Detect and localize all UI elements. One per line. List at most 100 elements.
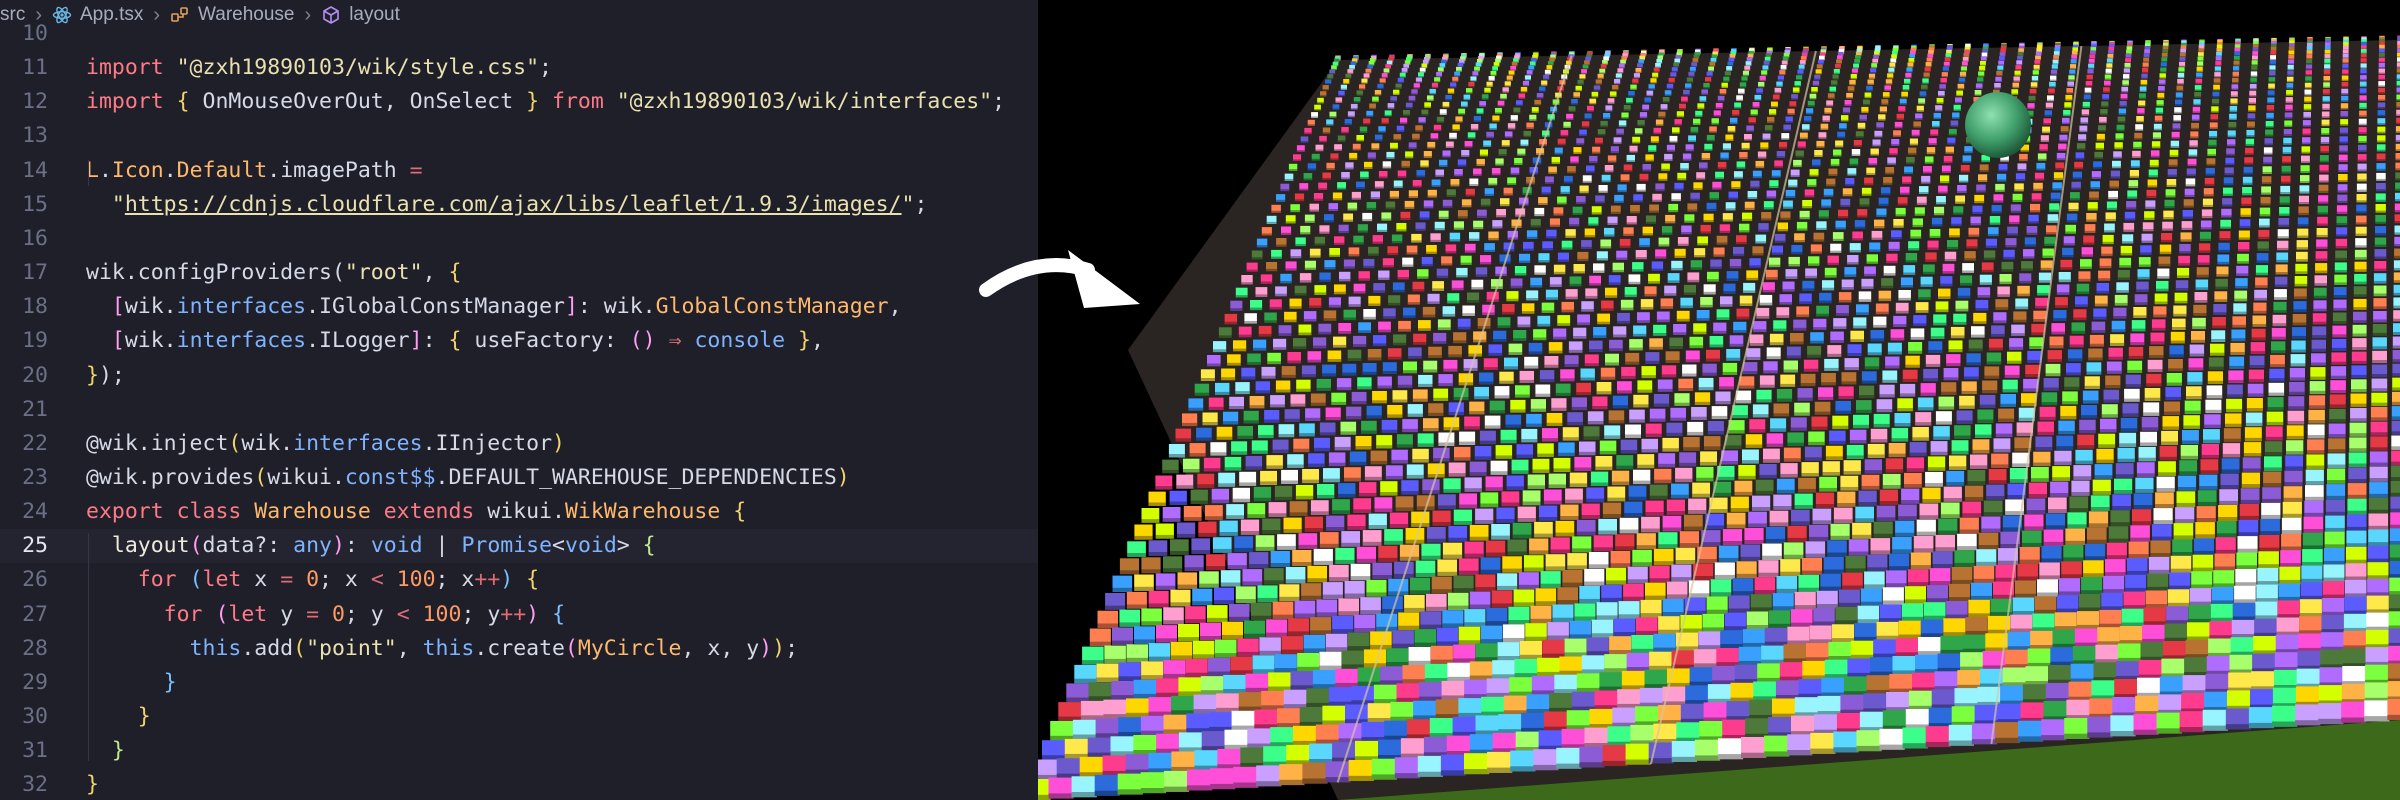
code-token: )	[552, 430, 565, 456]
code-line[interactable]: 32}	[0, 768, 1038, 800]
code-line[interactable]: 18 [wik.interfaces.IGlobalConstManager]:…	[0, 290, 1038, 324]
container-shadow	[1526, 423, 1542, 427]
code-line[interactable]: 17 wik.configProviders("root", {	[0, 256, 1038, 290]
container-shadow	[1324, 267, 1336, 270]
container-shadow	[2104, 230, 2115, 233]
indent-guide	[88, 533, 89, 761]
container-shadow	[2159, 77, 2166, 79]
container-shadow	[1357, 230, 1368, 233]
container-shadow	[2214, 70, 2221, 72]
container-shadow	[1632, 269, 1644, 272]
warehouse-3d-scene[interactable]	[1038, 0, 2400, 800]
container-shadow	[1598, 190, 1608, 193]
code-line[interactable]: 31 }	[0, 734, 1038, 768]
container-shadow	[1433, 129, 1442, 131]
code-token: 100	[396, 567, 436, 593]
container-shadow	[1553, 271, 1566, 275]
container-shadow	[1423, 206, 1434, 209]
container-shadow	[1709, 131, 1717, 133]
code-line[interactable]: 21	[0, 393, 1038, 427]
container-shadow	[1379, 82, 1386, 84]
code-line[interactable]: 22 @wik.inject(wik.interfaces.IInjector)	[0, 427, 1038, 461]
code-line[interactable]: 30 }	[0, 700, 1038, 734]
container-shadow	[1867, 352, 1882, 356]
container-shadow	[2357, 169, 2367, 172]
container-shadow	[1824, 275, 1837, 278]
container-shadow	[1962, 160, 1972, 163]
container-shadow	[1523, 135, 1532, 138]
container-shadow	[2058, 279, 2071, 282]
code-line[interactable]: 14 L.Icon.Default.imagePath =	[0, 154, 1038, 188]
container-shadow	[1995, 80, 2002, 83]
code-lines[interactable]: 10 11 import "@zxh19890103/wik/style.css";…	[0, 21, 1038, 800]
code-line[interactable]: 11 import "@zxh19890103/wik/style.css";	[0, 51, 1038, 85]
container-shadow	[2223, 183, 2234, 186]
container-shadow	[1492, 69, 1498, 71]
container-shadow	[2024, 244, 2036, 247]
container-shadow	[1534, 104, 1542, 106]
container-shadow	[1207, 363, 1221, 367]
container-shadow	[2274, 284, 2288, 288]
code-token: let	[228, 601, 281, 627]
container-shadow	[2111, 329, 2126, 333]
container-shadow	[2127, 369, 2143, 373]
code-line[interactable]: 15 "https://cdnjs.cloudflare.com/ajax/li…	[0, 188, 1038, 222]
code-token: ]	[564, 294, 578, 320]
container-shadow	[1241, 376, 1256, 380]
container-shadow	[2377, 131, 2386, 134]
code-line[interactable]: 28 this.add("point", this.create(MyCircl…	[0, 632, 1038, 666]
line-number: 30	[22, 704, 48, 729]
container-shadow	[1900, 285, 1913, 288]
container-shadow	[1949, 235, 1960, 238]
code-line[interactable]: 23 @wik.provides(wikui.const$$.DEFAULT_WA…	[0, 461, 1038, 495]
container-shadow	[1941, 171, 1951, 173]
container-shadow	[1465, 194, 1475, 197]
container-shadow	[2085, 85, 2093, 87]
container-shadow	[2201, 215, 2213, 219]
container-shadow	[2089, 343, 2104, 347]
container-shadow	[1449, 239, 1461, 242]
container-shadow	[1522, 84, 1530, 87]
container-shadow	[2376, 178, 2386, 181]
container-shadow	[1818, 396, 1834, 400]
code-line[interactable]: 13	[0, 119, 1038, 153]
container-shadow	[2007, 360, 2022, 364]
code-line[interactable]: 20});	[0, 359, 1038, 393]
code-line[interactable]: 27 for (let y = 0; y < 100; y++) {	[0, 598, 1038, 632]
container-shadow	[2141, 240, 2153, 243]
container-shadow	[1861, 286, 1874, 289]
container-shadow	[1419, 217, 1430, 220]
container-shadow	[2252, 324, 2267, 327]
container-shadow	[2109, 186, 2119, 189]
container-shadow	[1616, 257, 1628, 260]
code-token: .create	[474, 635, 565, 661]
code-line[interactable]: 26 for (let x = 0; x < 100; x++) {	[0, 563, 1038, 597]
container-shadow	[1910, 336, 1925, 340]
code-line[interactable]: 12 import { OnMouseOverOut, OnSelect } fr…	[0, 85, 1038, 119]
container-shadow	[2235, 285, 2248, 289]
container-shadow	[1793, 165, 1802, 168]
container-shadow	[2153, 128, 2162, 131]
container-shadow	[2051, 331, 2065, 335]
code-token: https://cdnjs.cloudflare.com/ajax/libs/l…	[124, 191, 902, 217]
container-shadow	[2178, 71, 2185, 73]
code-line[interactable]: 24 export class Warehouse extends wikui.W…	[0, 495, 1038, 529]
container-shadow	[1763, 207, 1774, 210]
code-token: {	[176, 89, 203, 115]
code-line[interactable]: 10	[0, 17, 1038, 51]
container-shadow	[2212, 95, 2220, 98]
container-shadow	[2122, 241, 2134, 244]
container-shadow	[1615, 77, 1622, 79]
code-text: wik.configProviders("root", {	[86, 256, 461, 290]
container-shadow	[2352, 347, 2367, 351]
container-shadow	[2081, 114, 2090, 116]
code-line[interactable]: 29 }	[0, 666, 1038, 700]
container-shadow	[2324, 62, 2331, 64]
code-line[interactable]: 16	[0, 222, 1038, 256]
container-shadow	[1580, 377, 1595, 381]
code-line[interactable]: 19 [wik.interfaces.ILogger]: { useFactor…	[0, 324, 1038, 358]
code-line[interactable]: 25 layout(data?: any): void | Promise<vo…	[0, 529, 1038, 564]
container-shadow	[1822, 287, 1835, 291]
container-shadow	[1903, 272, 1916, 275]
container-shadow	[1506, 298, 1519, 302]
